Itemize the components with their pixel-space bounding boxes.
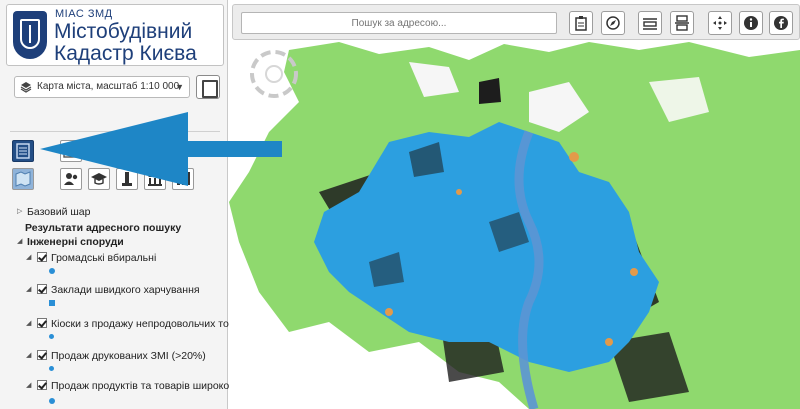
table-icon: [63, 144, 79, 158]
people-icon: [64, 173, 78, 185]
info-icon: [744, 16, 758, 30]
monument-icon: [122, 172, 132, 186]
calculator-button[interactable]: [196, 75, 220, 99]
compass-button[interactable]: [601, 11, 625, 35]
collapse-triangle-icon: ◢: [26, 286, 32, 293]
table-tool-button[interactable]: [60, 140, 82, 162]
people-tool-button[interactable]: [60, 168, 82, 190]
facebook-button[interactable]: [769, 11, 793, 35]
chevron-down-icon: ▼: [175, 82, 184, 92]
legend-symbol-icon: [49, 398, 55, 404]
calculator-icon: [16, 143, 30, 159]
collapse-triangle-icon: ◢: [26, 352, 32, 359]
basemap-select[interactable]: Карта міста, масштаб 1:10 000 ▼: [14, 76, 190, 98]
logo-title-line2: Кадастр Києва: [54, 42, 197, 65]
pan-icon: [713, 16, 727, 30]
legend-symbol-icon: [49, 366, 54, 371]
collapse-triangle-icon: ◢: [26, 382, 32, 389]
building-tool-button[interactable]: [144, 168, 166, 190]
layer-item-label: Продаж продуктів та товарів широкого: [51, 380, 239, 392]
collapse-triangle-icon: ◢: [26, 320, 32, 327]
monument-tool-button[interactable]: [116, 168, 138, 190]
layer-base-label: Базовий шар: [27, 206, 91, 218]
building-icon: [148, 172, 162, 186]
calculator-tool-button[interactable]: [12, 140, 34, 162]
layout-button[interactable]: [670, 11, 694, 35]
legend-symbol-icon: [49, 334, 54, 339]
layer-item-label: Громадські вбиральні: [51, 252, 157, 264]
layout-icon: [675, 15, 689, 31]
map-icon: [15, 171, 31, 187]
address-search-input[interactable]: [241, 12, 557, 34]
basemap-select-value: Карта міста, масштаб 1:10 000: [37, 81, 180, 92]
education-icon: [91, 173, 107, 185]
layer-checkbox[interactable]: [37, 284, 47, 294]
collapse-triangle-icon: ◢: [26, 254, 32, 261]
clipboard-button[interactable]: [569, 11, 593, 35]
top-toolbar: [232, 4, 800, 40]
layer-checkbox[interactable]: [37, 380, 47, 390]
layer-checkbox[interactable]: [37, 350, 47, 360]
layer-item-label: Заклади швидкого харчування: [51, 284, 200, 296]
map-navigation-ring[interactable]: [244, 44, 304, 104]
facebook-icon: [774, 16, 788, 30]
logo[interactable]: МІАС ЗМД Містобудівний Кадастр Києва: [6, 4, 224, 66]
layer-group-label: Інженерні споруди: [27, 236, 124, 248]
ruler-icon: [643, 18, 657, 30]
left-panel: МІАС ЗМД Містобудівний Кадастр Києва Кар…: [0, 0, 254, 409]
layer-tree: ▷ Базовий шар Результати адресного пошук…: [0, 200, 254, 409]
info-button[interactable]: [739, 11, 763, 35]
legend-symbol-icon: [49, 268, 55, 274]
collapse-triangle-icon: ◢: [17, 238, 23, 245]
pan-button[interactable]: [708, 11, 732, 35]
city-map: [229, 42, 800, 409]
education-tool-button[interactable]: [88, 168, 110, 190]
layer-item-label: Кіоски з продажу непродовольчих товарів: [51, 318, 254, 330]
layer-item-label: Продаж друкованих ЗМІ (>20%): [51, 350, 206, 362]
logo-top-line: МІАС ЗМД: [55, 8, 113, 20]
layer-checkbox[interactable]: [37, 318, 47, 328]
chart-icon: [177, 172, 190, 185]
logo-title-line1: Містобудівний: [54, 20, 193, 43]
layers-icon: [20, 82, 32, 93]
kyiv-emblem-icon: [13, 11, 47, 59]
map-tool-button[interactable]: [12, 168, 34, 190]
map-canvas[interactable]: [229, 42, 800, 409]
divider: [10, 131, 220, 132]
ruler-button[interactable]: [638, 11, 662, 35]
layer-checkbox[interactable]: [37, 252, 47, 262]
legend-symbol-icon: [49, 300, 55, 306]
clipboard-icon: [575, 16, 587, 31]
expand-triangle-icon: ▷: [17, 208, 23, 215]
chart-tool-button[interactable]: [172, 168, 194, 190]
compass-icon: [606, 16, 620, 30]
